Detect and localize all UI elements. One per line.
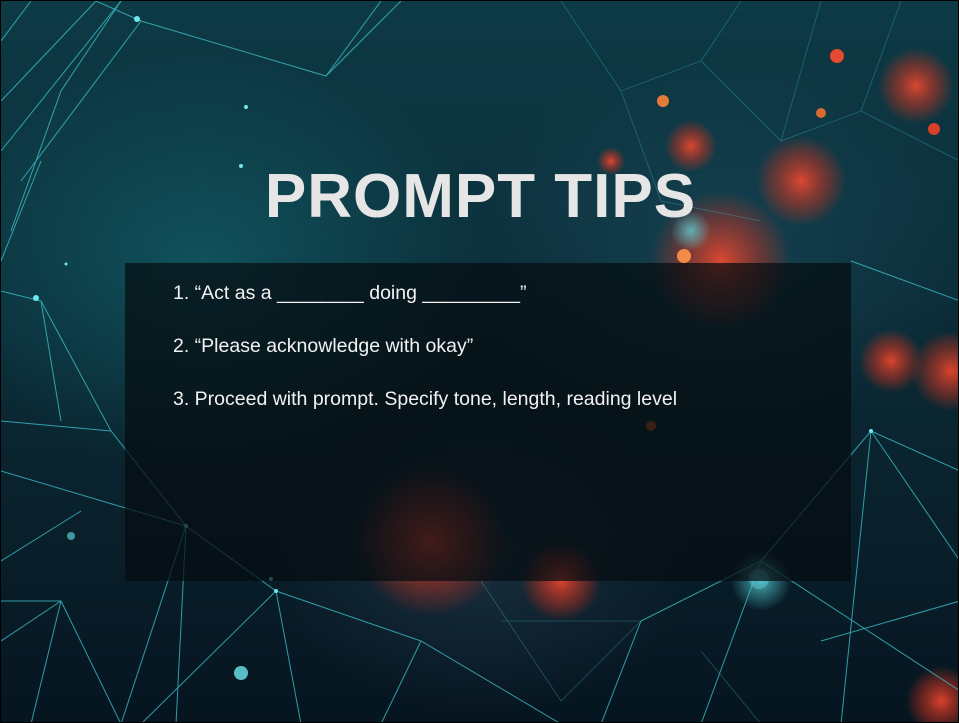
tip-item-3: 3. Proceed with prompt. Specify tone, le…: [173, 388, 678, 410]
slide-title: PROMPT TIPS: [264, 162, 697, 231]
tip-item-2: 2. “Please acknowledge with okay”: [173, 335, 474, 357]
slide: PROMPT TIPS 1. “Act as a ________ doing …: [0, 0, 959, 723]
tip-item-1: 1. “Act as a ________ doing _________”: [173, 282, 527, 304]
tips-list: 1. “Act as a ________ doing _________” 2…: [173, 281, 851, 411]
tips-panel: 1. “Act as a ________ doing _________” 2…: [125, 263, 851, 581]
